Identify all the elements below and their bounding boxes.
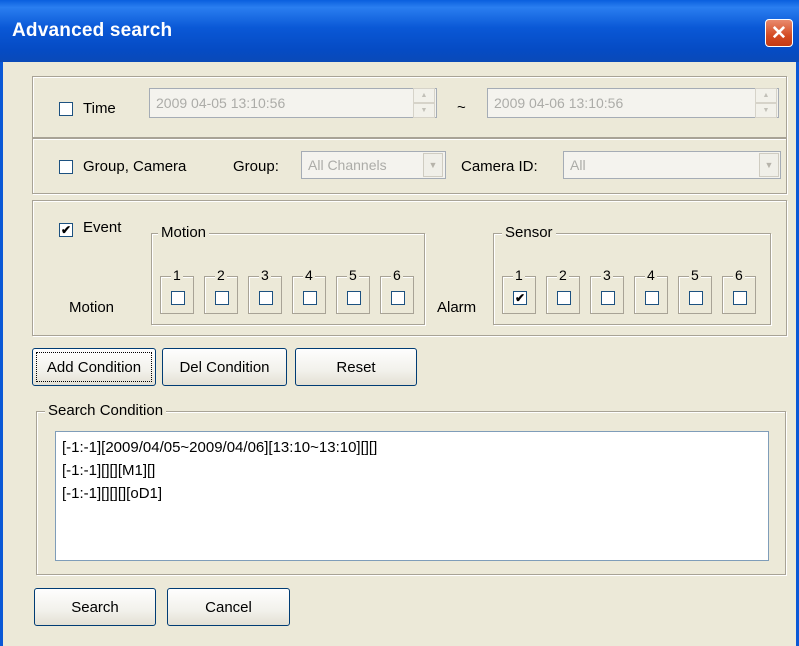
window-title: Advanced search — [12, 20, 173, 41]
add-condition-button[interactable]: Add Condition — [32, 348, 156, 386]
motion-channel-1: 1 — [160, 267, 194, 314]
motion-channel-5: 5 — [336, 267, 370, 314]
title-bar[interactable]: Advanced search ✕ — [0, 0, 799, 62]
motion-checkbox-6[interactable] — [391, 291, 405, 305]
sensor-checkbox-6[interactable] — [733, 291, 747, 305]
alarm-row-label: Alarm — [437, 299, 477, 316]
close-button[interactable]: ✕ — [765, 19, 793, 47]
chevron-down-icon[interactable]: ▼ — [759, 153, 779, 177]
motion-channel-2: 2 — [204, 267, 238, 314]
time-separator: ~ — [457, 99, 466, 116]
motion-checkbox-2[interactable] — [215, 291, 229, 305]
sensor-channel-4: 4 — [634, 267, 668, 314]
motion-checkbox-4[interactable] — [303, 291, 317, 305]
sensor-checkbox-1[interactable]: ✔ — [513, 291, 527, 305]
time-to-spinner[interactable]: ▲ ▼ — [755, 88, 777, 118]
motion-subgroup: Motion 1 2 3 4 5 6 — [151, 224, 425, 325]
cancel-button[interactable]: Cancel — [167, 588, 290, 626]
motion-channel-4: 4 — [292, 267, 326, 314]
motion-channel-3: 3 — [248, 267, 282, 314]
time-from-field[interactable]: 2009 04-05 13:10:56 — [149, 88, 437, 118]
del-condition-button[interactable]: Del Condition — [162, 348, 287, 386]
motion-checkbox-5[interactable] — [347, 291, 361, 305]
channel-number: 1 — [513, 267, 525, 283]
sensor-channel-2: 2 — [546, 267, 580, 314]
camera-id-label: Camera ID: — [461, 158, 538, 175]
motion-group-legend: Motion — [158, 224, 210, 241]
check-icon: ✔ — [514, 291, 526, 305]
motion-checkbox-1[interactable] — [171, 291, 185, 305]
channel-number: 6 — [733, 267, 745, 283]
sensor-subgroup: Sensor 1 ✔ 2 3 4 5 6 — [493, 224, 771, 325]
motion-row-label: Motion — [69, 299, 115, 316]
spin-up-icon[interactable]: ▲ — [413, 88, 435, 103]
time-from-spinner[interactable]: ▲ ▼ — [413, 88, 435, 118]
channel-number: 5 — [689, 267, 701, 283]
group-camera-checkbox[interactable] — [59, 160, 73, 174]
channel-number: 3 — [601, 267, 613, 283]
group-label: Group: — [233, 158, 279, 175]
channel-number: 1 — [171, 267, 183, 283]
sensor-channel-3: 3 — [590, 267, 624, 314]
event-label: Event — [83, 219, 122, 236]
reset-button[interactable]: Reset — [295, 348, 417, 386]
channel-number: 6 — [391, 267, 403, 283]
group-camera-group: Group, Camera Group: All Channels ▼ Came… — [32, 138, 787, 194]
group-camera-label: Group, Camera — [83, 158, 187, 175]
sensor-checkbox-2[interactable] — [557, 291, 571, 305]
list-item[interactable]: [-1:-1][][][][oD1] — [62, 482, 762, 505]
sensor-channel-5: 5 — [678, 267, 712, 314]
sensor-channel-1: 1 ✔ — [502, 267, 536, 314]
sensor-checkbox-3[interactable] — [601, 291, 615, 305]
channel-number: 5 — [347, 267, 359, 283]
spin-down-icon[interactable]: ▼ — [755, 103, 777, 118]
time-to-field[interactable]: 2009 04-06 13:10:56 — [487, 88, 779, 118]
sensor-checkbox-4[interactable] — [645, 291, 659, 305]
sensor-checkbox-5[interactable] — [689, 291, 703, 305]
chevron-down-icon[interactable]: ▼ — [423, 153, 443, 177]
time-group: Time 2009 04-05 13:10:56 ▲ ▼ ~ 2009 04-0… — [32, 76, 787, 138]
channel-number: 3 — [259, 267, 271, 283]
list-item[interactable]: [-1:-1][][][M1][] — [62, 459, 762, 482]
close-icon: ✕ — [771, 22, 787, 44]
event-checkbox[interactable]: ✔ — [59, 223, 73, 237]
spin-up-icon[interactable]: ▲ — [755, 88, 777, 103]
list-item[interactable]: [-1:-1][2009/04/05~2009/04/06][13:10~13:… — [62, 436, 762, 459]
search-condition-group: Search Condition [-1:-1][2009/04/05~2009… — [36, 402, 786, 575]
dialog-body: Time 2009 04-05 13:10:56 ▲ ▼ ~ 2009 04-0… — [0, 62, 799, 646]
motion-channel-6: 6 — [380, 267, 414, 314]
search-condition-list[interactable]: [-1:-1][2009/04/05~2009/04/06][13:10~13:… — [55, 431, 769, 561]
spin-down-icon[interactable]: ▼ — [413, 103, 435, 118]
time-checkbox[interactable] — [59, 102, 73, 116]
channel-number: 4 — [645, 267, 657, 283]
camera-id-select[interactable]: All — [563, 151, 781, 179]
sensor-group-legend: Sensor — [502, 224, 556, 241]
channel-number: 2 — [215, 267, 227, 283]
motion-checkbox-3[interactable] — [259, 291, 273, 305]
sensor-channel-6: 6 — [722, 267, 756, 314]
channel-number: 2 — [557, 267, 569, 283]
time-label: Time — [83, 100, 116, 117]
search-condition-legend: Search Condition — [45, 402, 167, 419]
search-button[interactable]: Search — [34, 588, 156, 626]
channel-number: 4 — [303, 267, 315, 283]
event-group: ✔ Event Motion Motion 1 2 3 4 5 6 Alarm … — [32, 200, 787, 336]
check-icon: ✔ — [60, 223, 72, 237]
